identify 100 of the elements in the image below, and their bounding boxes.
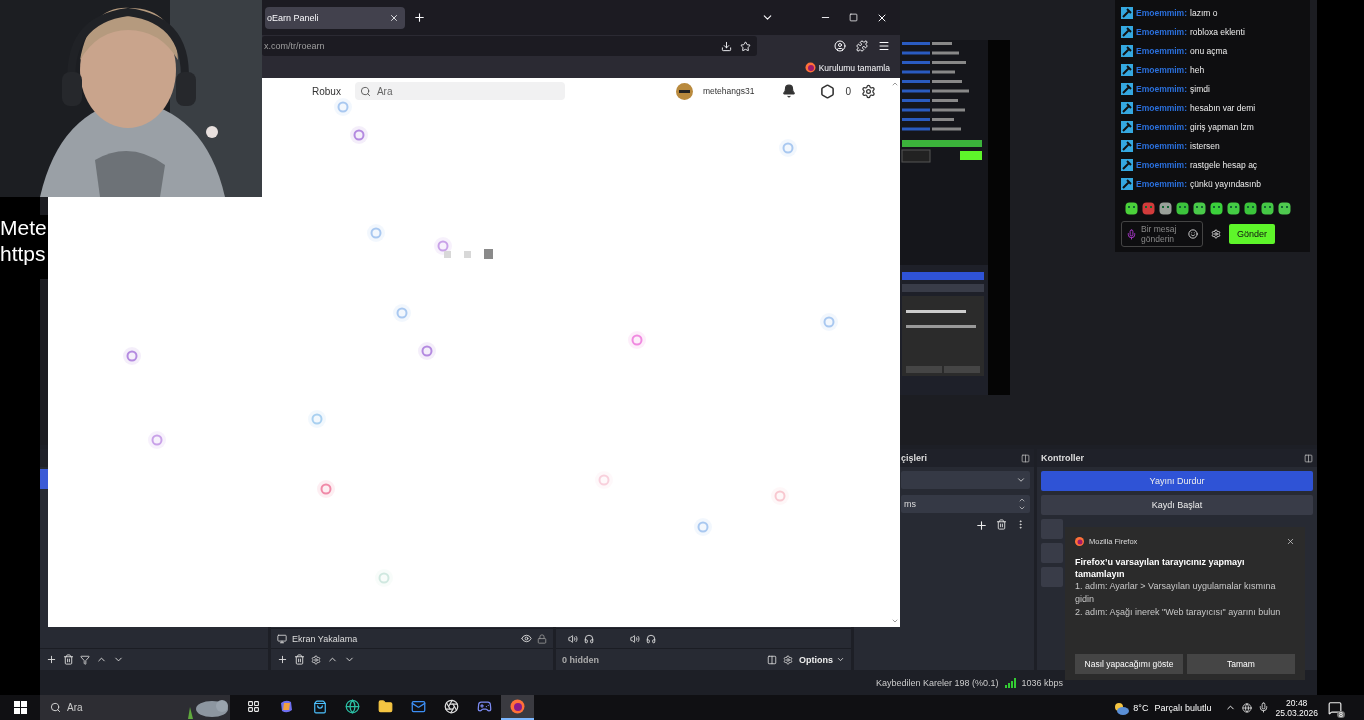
chat-username[interactable]: Emoemmim: [1136,45,1187,56]
undock-icon[interactable] [1304,453,1313,463]
recorder-icon [444,699,459,714]
taskbar-search-field[interactable]: Ara [40,695,230,720]
send-button[interactable]: Gönder [1229,224,1275,244]
windows-logo-icon [13,701,27,714]
download-icon[interactable] [721,40,732,52]
emote-icon[interactable] [1176,202,1189,215]
scroll-down-icon[interactable] [891,617,899,625]
chat-input-field[interactable]: Bir mesaj gönderin [1121,221,1203,247]
username[interactable]: metehangs31 [702,86,755,96]
emote-icon[interactable] [1278,202,1291,215]
dot [595,471,613,489]
undock-icon[interactable] [1021,453,1030,463]
notification-step: 1. adım: Ayarlar > Varsayılan uygulamalar kısmına gidin [1075,580,1295,606]
speaker-icon[interactable] [630,633,640,644]
emote-icon[interactable] [1227,202,1240,215]
dot [148,431,166,449]
delete-icon[interactable] [294,654,305,665]
settings-icon[interactable] [861,83,876,99]
chat-message: çünkü yayındasınb [1190,178,1261,189]
emote-icon[interactable] [1193,202,1206,215]
badge-icon [1121,25,1133,38]
network-icon[interactable] [1242,702,1253,713]
chat-username[interactable]: Emoemmim: [1136,178,1187,189]
filter-icon[interactable] [80,654,90,665]
headphones-icon[interactable] [584,633,594,644]
layout-icon[interactable] [767,654,777,665]
chat-username[interactable]: Emoemmim: [1136,159,1187,170]
control-button[interactable]: Yayını Durdur [1041,471,1313,491]
setup-prompt-link[interactable]: Kurulumu tamamla [818,62,890,73]
chat-username[interactable]: Emoemmim: [1136,102,1187,113]
add-icon[interactable] [46,654,57,665]
search-icon [359,85,371,97]
badge-icon [1121,158,1133,171]
chat-username[interactable]: Emoemmim: [1136,64,1187,75]
options-button[interactable]: Options [799,654,845,665]
emote-icon[interactable] [1244,202,1257,215]
notification-title: Firefox’u varsayılan tarayıcınız yapmayı tamamlayın [1075,556,1246,580]
robux-balance: 0 [845,85,851,97]
duration-field[interactable]: ms [901,495,1030,513]
weather-condition[interactable]: Parçalı bulutlu [1154,702,1212,713]
add-icon[interactable] [277,654,288,665]
weather-icon[interactable] [1113,700,1130,715]
clock-time[interactable]: 20:48 [1286,697,1308,708]
chat-username[interactable]: Emoemmim: [1136,7,1187,18]
emoji-icon[interactable] [1188,229,1198,239]
dot [375,569,393,587]
hidden-count: 0 hidden [562,654,599,665]
source-name[interactable]: Ekran Yakalama [292,633,358,644]
delete-icon[interactable] [63,654,74,665]
dot [418,342,436,360]
emote-icon[interactable] [1125,202,1138,215]
browser-tab[interactable]: oEarn Paneli [265,6,405,29]
notification-button[interactable]: Tamam [1187,654,1295,674]
emote-icon[interactable] [1159,202,1172,215]
robux-icon[interactable] [820,83,836,99]
delete-icon[interactable] [996,519,1007,530]
eye-icon[interactable] [521,633,532,644]
chat-username[interactable]: Emoemmim: [1136,83,1187,94]
close-icon[interactable] [1286,537,1295,546]
chat-message: şimdi [1190,83,1210,94]
menu-icon[interactable] [878,40,890,52]
avatar-icon[interactable] [675,82,693,100]
chat-username[interactable]: Emoemmim: [1136,140,1187,151]
window-text: https [0,241,47,267]
account-icon[interactable] [834,40,846,52]
notification-button[interactable]: Nasıl yapacağımı göste [1075,654,1183,674]
increment-icon[interactable] [1018,496,1026,504]
control-button[interactable]: Kaydı Başlat [1041,495,1313,515]
headphones-icon[interactable] [646,633,656,644]
chat-username[interactable]: Emoemmim: [1136,26,1187,37]
scroll-up-icon[interactable] [891,80,899,88]
dot [123,347,141,365]
extensions-icon[interactable] [856,40,868,52]
robux-link[interactable]: Robux [312,85,341,97]
add-icon[interactable] [975,519,988,532]
close-icon[interactable] [389,12,399,23]
site-search-field[interactable]: Ara [354,82,565,100]
badge-icon [1121,101,1133,114]
clock-date[interactable]: 25.03.2026 [1275,707,1318,718]
chat-username[interactable]: Emoemmim: [1136,121,1187,132]
bookmark-star-icon[interactable] [740,40,751,52]
microphone-icon[interactable] [1258,702,1270,713]
dot [367,224,385,242]
address-bar[interactable]: x.com/tr/roearn [262,36,757,56]
speaker-icon[interactable] [568,633,578,644]
lock-icon[interactable] [537,633,547,644]
dot [628,331,646,349]
emote-icon[interactable] [1261,202,1274,215]
emote-icon[interactable] [1210,202,1223,215]
temperature[interactable]: 8°C [1133,702,1149,713]
emote-icon[interactable] [1142,202,1155,215]
notification-center-icon[interactable] [1328,700,1342,715]
dot [308,410,326,428]
maximize-icon[interactable] [849,13,858,22]
new-tab-icon[interactable] [413,11,426,24]
decrement-icon[interactable] [1018,504,1026,512]
notifications-icon[interactable] [782,84,797,98]
dot [334,98,352,116]
